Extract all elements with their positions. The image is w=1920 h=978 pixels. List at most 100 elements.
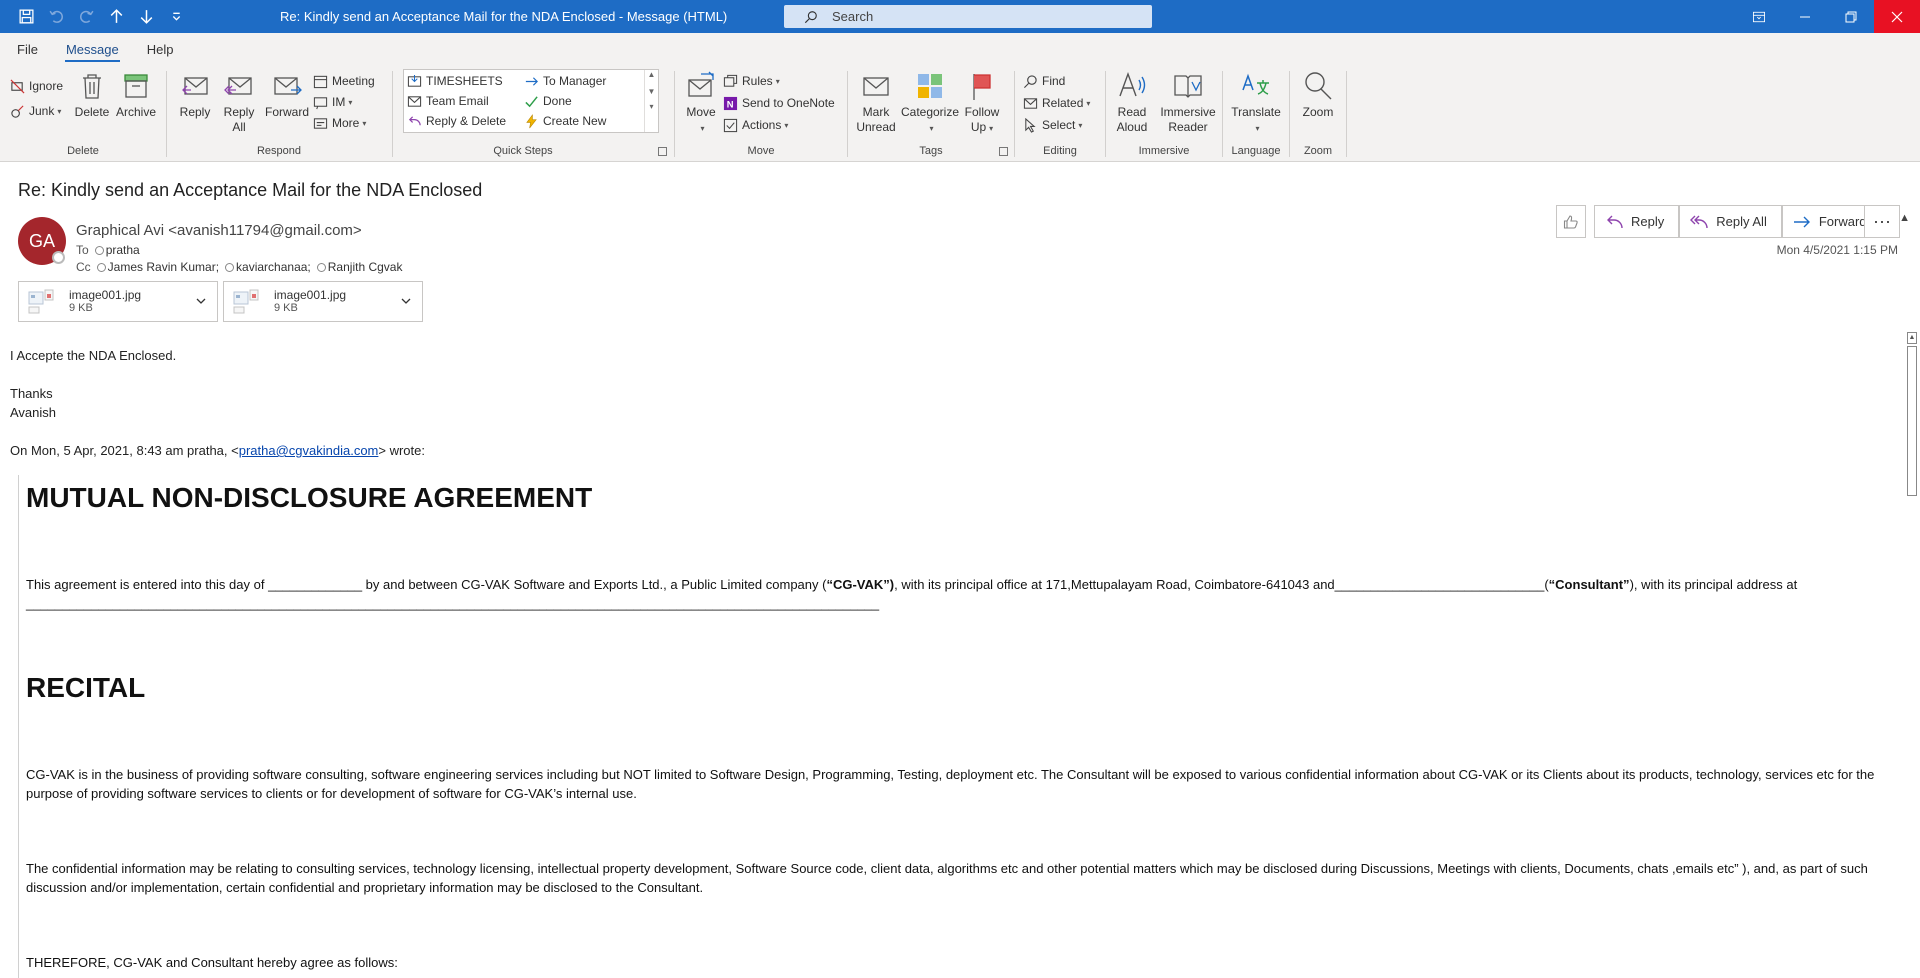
- attachment-item[interactable]: image001.jpg 9 KB: [18, 281, 218, 322]
- doc-heading: RECITAL: [26, 672, 146, 703]
- recipient-to[interactable]: pratha: [94, 243, 140, 257]
- move-button[interactable]: Move ▾: [683, 70, 719, 136]
- collapse-ribbon-icon[interactable]: ▲: [1899, 212, 1910, 224]
- ignore-button[interactable]: Ignore: [10, 77, 63, 95]
- editing-group-label: Editing: [1043, 145, 1077, 157]
- reply-arrow-icon: [1607, 215, 1623, 228]
- tags-group-label: Tags: [919, 145, 943, 157]
- tab-message[interactable]: Message: [55, 42, 130, 65]
- quick-step-create-new[interactable]: Create New: [524, 112, 606, 130]
- presence-circle-icon: [225, 262, 235, 272]
- next-item-icon[interactable]: [134, 5, 158, 29]
- im-button[interactable]: IM ▾: [313, 93, 352, 111]
- scroll-thumb[interactable]: [1907, 346, 1917, 496]
- redo-icon[interactable]: [74, 5, 98, 29]
- recipient-cc[interactable]: kaviarchanaa;: [225, 260, 311, 274]
- like-button[interactable]: [1556, 205, 1586, 238]
- search-placeholder: Search: [832, 9, 874, 24]
- categorize-button[interactable]: Categorize ▾: [900, 70, 960, 136]
- reply-all-ribbon-button[interactable]: Reply All: [221, 70, 257, 135]
- chevron-down-icon[interactable]: [400, 294, 412, 312]
- find-button[interactable]: Find: [1023, 72, 1065, 90]
- window-title: Re: Kindly send an Acceptance Mail for t…: [280, 9, 728, 24]
- chevron-down-icon[interactable]: [195, 294, 207, 312]
- quick-step-to-manager[interactable]: To Manager: [524, 72, 606, 90]
- forward-ribbon-button[interactable]: Forward: [263, 70, 311, 120]
- email-link[interactable]: pratha@cgvakindia.com: [239, 443, 379, 458]
- quick-step-timesheets[interactable]: TIMESHEETS: [407, 72, 503, 90]
- move-group-label: Move: [747, 145, 775, 157]
- reply-all-icon: [224, 77, 252, 95]
- reply-button[interactable]: Reply: [1594, 205, 1680, 238]
- scroll-up-icon[interactable]: ▲: [1907, 332, 1917, 344]
- undo-icon[interactable]: [44, 5, 68, 29]
- reply-all-button[interactable]: Reply All: [1679, 205, 1782, 238]
- related-button[interactable]: Related ▾: [1023, 94, 1090, 112]
- zoom-button[interactable]: Zoom: [1298, 70, 1338, 120]
- quick-steps-gallery: TIMESHEETS Team Email Reply & Delete To …: [403, 69, 659, 133]
- more-actions-button[interactable]: ···: [1864, 205, 1900, 238]
- actions-icon: [723, 118, 738, 132]
- doc-heading: MUTUAL NON-DISCLOSURE AGREEMENT: [26, 482, 593, 513]
- rules-button[interactable]: Rules ▾: [723, 72, 780, 90]
- attachment-size: 9 KB: [274, 302, 298, 314]
- chevron-up-icon[interactable]: ▲: [645, 70, 658, 79]
- immersive-reader-button[interactable]: Immersive Reader: [1158, 70, 1218, 135]
- timesheets-icon: [407, 74, 422, 87]
- delete-button[interactable]: Delete: [74, 70, 110, 120]
- translate-icon: [1242, 73, 1269, 95]
- zoom-group-label: Zoom: [1303, 145, 1333, 157]
- follow-up-button[interactable]: Follow Up ▾: [962, 70, 1002, 136]
- quick-step-reply-delete[interactable]: Reply & Delete: [407, 112, 506, 130]
- reading-pane-scrollbar[interactable]: ▲: [1904, 330, 1920, 978]
- tab-file[interactable]: File: [6, 42, 49, 65]
- more-respond-button[interactable]: More ▾: [313, 114, 366, 132]
- ribbon-display-options-icon[interactable]: [1736, 0, 1782, 33]
- expand-gallery-icon[interactable]: ▾: [645, 102, 658, 111]
- translate-button[interactable]: Translate ▾: [1227, 70, 1285, 136]
- quick-step-done[interactable]: Done: [524, 92, 572, 110]
- quick-steps-scroll[interactable]: ▲ ▼ ▾: [644, 70, 658, 132]
- tab-help[interactable]: Help: [136, 42, 185, 65]
- actions-button[interactable]: Actions ▾: [723, 116, 788, 134]
- reply-ribbon-button[interactable]: Reply: [177, 70, 213, 120]
- presence-status-icon: [52, 251, 65, 264]
- customize-toolbar-icon[interactable]: [164, 5, 188, 29]
- junk-button[interactable]: Junk ▾: [10, 102, 61, 120]
- more-respond-icon: [313, 117, 328, 129]
- chevron-down-icon[interactable]: ▼: [645, 87, 658, 96]
- sender-name[interactable]: Graphical Avi <avanish11794@gmail.com>: [76, 222, 362, 239]
- attachment-name: image001.jpg: [69, 288, 142, 302]
- cursor-icon: [1025, 117, 1036, 133]
- quick-steps-launcher-icon[interactable]: [658, 147, 667, 156]
- restore-icon[interactable]: [1828, 0, 1874, 33]
- reply-all-arrow-icon: [1690, 215, 1708, 228]
- delete-group-label: Delete: [67, 145, 99, 157]
- respond-group: Reply Reply All Forward Meeting IM ▾ More ▾…: [167, 65, 391, 162]
- to-line: To pratha: [76, 243, 140, 257]
- envelope-icon: [863, 77, 889, 96]
- save-icon[interactable]: [14, 5, 38, 29]
- mark-unread-button[interactable]: Mark Unread: [854, 70, 898, 135]
- message-subject: Re: Kindly send an Acceptance Mail for t…: [18, 180, 483, 200]
- read-aloud-button[interactable]: Read Aloud: [1114, 70, 1150, 135]
- presence-circle-icon: [316, 262, 326, 272]
- recipient-cc[interactable]: James Ravin Kumar;: [96, 260, 219, 274]
- archive-button[interactable]: Archive: [114, 70, 158, 120]
- search-input[interactable]: Search: [784, 5, 1152, 28]
- send-to-onenote-button[interactable]: N Send to OneNote: [723, 94, 835, 112]
- previous-item-icon[interactable]: [104, 5, 128, 29]
- recipient-cc[interactable]: Ranjith Cgvak: [316, 260, 402, 274]
- doc-paragraph: The confidential information may be rela…: [26, 861, 1868, 895]
- find-icon: [1024, 74, 1037, 88]
- body-line: Avanish: [10, 405, 57, 420]
- read-aloud-icon: [1119, 71, 1146, 97]
- quick-step-team-email[interactable]: Team Email: [407, 92, 489, 110]
- attachment-item[interactable]: image001.jpg 9 KB: [223, 281, 423, 322]
- select-button[interactable]: Select ▾: [1023, 116, 1082, 134]
- minimize-icon[interactable]: [1782, 0, 1828, 33]
- meeting-button[interactable]: Meeting: [313, 72, 375, 90]
- close-icon[interactable]: [1874, 0, 1920, 33]
- move-icon: [688, 71, 714, 97]
- quote-attribution: On Mon, 5 Apr, 2021, 8:43 am pratha, <pr…: [10, 443, 425, 458]
